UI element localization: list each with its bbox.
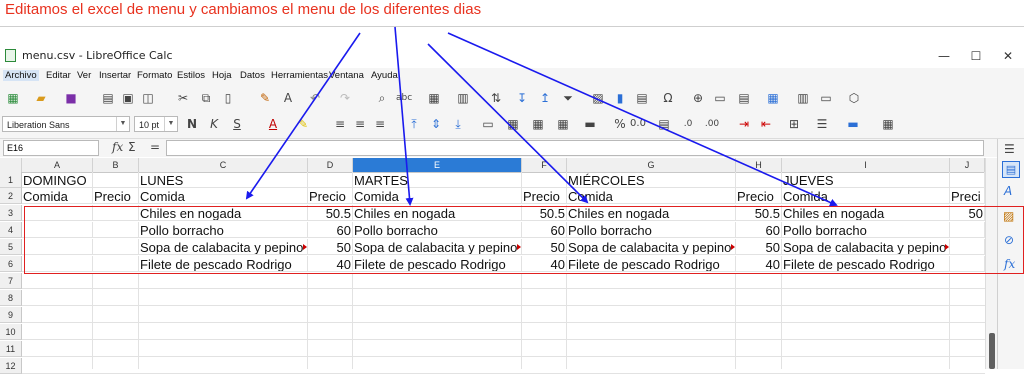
arrow-to-martes [394, 26, 414, 206]
arrow-to-jueves [447, 32, 838, 207]
arrow-to-miercoles [427, 43, 589, 204]
annotation-arrows [245, 26, 838, 207]
arrow-to-lunes [245, 32, 361, 200]
